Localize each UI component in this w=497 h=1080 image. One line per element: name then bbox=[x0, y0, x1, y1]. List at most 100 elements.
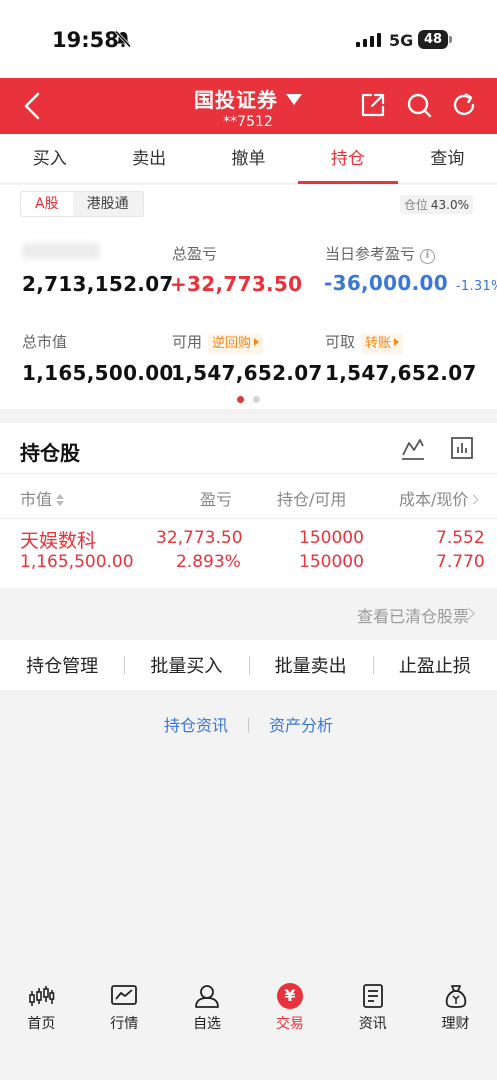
page-dot-active bbox=[237, 396, 244, 403]
network-type: 5G bbox=[389, 31, 414, 50]
trade-tabs: 买入 卖出 撤单 持仓 查询 bbox=[0, 134, 497, 184]
page-indicator bbox=[237, 396, 260, 403]
col-cost-price[interactable]: 成本/现价 bbox=[399, 486, 479, 510]
day-pnl-label-wrap: 当日参考盈亏 i bbox=[325, 243, 436, 264]
position-ratio-label: 仓位 bbox=[403, 198, 428, 212]
tab-cancel[interactable]: 撤单 bbox=[199, 134, 298, 183]
chart-line-icon bbox=[111, 985, 138, 1005]
market-value-label: 总市值 bbox=[22, 333, 68, 351]
share-icon[interactable] bbox=[359, 91, 387, 119]
nav-news-label: 资讯 bbox=[358, 1016, 387, 1032]
batch-buy-button[interactable]: 批量买入 bbox=[124, 652, 248, 678]
yen-icon: ¥ bbox=[276, 983, 303, 1009]
caret-right-icon bbox=[254, 338, 260, 346]
cleared-stocks-link[interactable]: 查看已清仓股票 bbox=[0, 589, 497, 639]
broker-switcher[interactable]: 国投证券 **7512 bbox=[160, 84, 336, 130]
position-ratio-value: 43.0% bbox=[430, 198, 469, 212]
col-market-value[interactable]: 市值 bbox=[20, 486, 65, 510]
total-assets-value: 2,713,152.07 bbox=[22, 272, 174, 296]
chevron-right-icon bbox=[468, 494, 479, 505]
available-label-wrap: 可用 逆回购 bbox=[172, 331, 264, 354]
trend-line-icon[interactable] bbox=[400, 435, 426, 461]
user-icon bbox=[195, 985, 219, 1008]
bottom-nav: 首页 行情 自选 ¥ 交易 资讯 理财 bbox=[0, 970, 497, 1080]
batch-sell-button[interactable]: 批量卖出 bbox=[248, 652, 373, 678]
withdrawable-label-wrap: 可取 转账 bbox=[325, 331, 404, 354]
signal-icon bbox=[356, 33, 381, 47]
available-value: 1,547,652.07 bbox=[171, 361, 323, 385]
reverse-repo-link[interactable]: 逆回购 bbox=[208, 334, 264, 354]
nav-watchlist-label: 自选 bbox=[193, 1016, 222, 1032]
info-links: 持仓资讯 资产分析 bbox=[0, 712, 497, 736]
holdings-header-row: 市值 盈亏 持仓/可用 成本/现价 bbox=[0, 473, 497, 519]
day-pnl-wrap: -36,000.00 -1.31% bbox=[324, 271, 497, 295]
nav-home[interactable]: 首页 bbox=[0, 970, 83, 1080]
stock-available: 150000 bbox=[299, 552, 364, 572]
bar-chart-icon[interactable] bbox=[449, 435, 475, 461]
available-label: 可用 bbox=[172, 333, 203, 351]
info-icon[interactable]: i bbox=[420, 249, 436, 264]
total-pnl-value: +32,773.50 bbox=[170, 272, 303, 296]
caret-right-icon bbox=[394, 338, 400, 346]
col-pnl: 盈亏 bbox=[200, 490, 233, 509]
col-position: 持仓/可用 bbox=[277, 490, 347, 509]
document-icon bbox=[362, 984, 383, 1008]
sort-icon bbox=[56, 494, 65, 506]
total-assets-label-blurred bbox=[22, 243, 100, 259]
market-value-value: 1,165,500.00 bbox=[22, 361, 174, 385]
status-time: 19:58 bbox=[52, 28, 119, 52]
asset-analysis-link[interactable]: 资产分析 bbox=[269, 716, 333, 735]
divider bbox=[248, 718, 249, 733]
nav-market[interactable]: 行情 bbox=[83, 970, 166, 1080]
nav-trade-label: 交易 bbox=[275, 1016, 304, 1032]
nav-trade[interactable]: ¥ 交易 bbox=[248, 970, 331, 1080]
bell-muted-icon bbox=[114, 30, 132, 48]
nav-market-label: 行情 bbox=[110, 1016, 139, 1032]
search-icon[interactable] bbox=[405, 91, 433, 119]
table-row[interactable]: 天娱数科 1,165,500.00 32,773.50 2.893% 15000… bbox=[0, 520, 497, 586]
tab-query[interactable]: 查询 bbox=[398, 134, 497, 183]
stock-name: 天娱数科 bbox=[20, 530, 97, 552]
refresh-icon[interactable] bbox=[450, 91, 478, 119]
app-header: 国投证券 **7512 bbox=[0, 78, 497, 134]
stock-position: 150000 bbox=[299, 528, 364, 548]
position-actions: 持仓管理 批量买入 批量卖出 止盈止损 bbox=[0, 640, 497, 690]
nav-watchlist[interactable]: 自选 bbox=[166, 970, 249, 1080]
stock-price: 7.770 bbox=[436, 552, 485, 572]
stock-cost: 7.552 bbox=[436, 528, 485, 548]
transfer-link[interactable]: 转账 bbox=[361, 334, 404, 354]
total-pnl-label: 总盈亏 bbox=[172, 245, 218, 263]
day-pnl-pct: -1.31% bbox=[455, 279, 497, 294]
holdings-title: 持仓股 bbox=[20, 441, 80, 465]
market-switch: A股 港股通 bbox=[20, 191, 144, 217]
stock-market-value: 1,165,500.00 bbox=[20, 552, 134, 572]
stop-profit-loss-button[interactable]: 止盈止损 bbox=[372, 652, 497, 678]
holdings-panel: 持仓股 市值 盈亏 持仓/可用 成本/现价 天娱数科 1,165,500.00 … bbox=[0, 423, 497, 588]
page-dot bbox=[253, 396, 260, 403]
chevron-down-icon bbox=[286, 94, 302, 105]
market-hk-connect[interactable]: 港股通 bbox=[73, 192, 143, 216]
status-bar: 19:58 5G 48 bbox=[0, 0, 497, 78]
asset-summary: A股 港股通 仓位 43.0% 2,713,152.07 总盈亏 +32,773.… bbox=[0, 185, 497, 409]
holdings-news-link[interactable]: 持仓资讯 bbox=[164, 716, 228, 735]
withdrawable-label: 可取 bbox=[325, 333, 356, 351]
market-a-share[interactable]: A股 bbox=[21, 192, 73, 216]
nav-news[interactable]: 资讯 bbox=[331, 970, 414, 1080]
nav-wealth-label: 理财 bbox=[441, 1016, 470, 1032]
tab-positions[interactable]: 持仓 bbox=[298, 134, 399, 184]
nav-wealth[interactable]: 理财 bbox=[414, 970, 497, 1080]
tab-sell[interactable]: 卖出 bbox=[99, 134, 198, 183]
battery-cap bbox=[449, 36, 452, 43]
tab-buy[interactable]: 买入 bbox=[0, 134, 99, 183]
account-number: **7512 bbox=[223, 114, 273, 130]
day-pnl-label: 当日参考盈亏 bbox=[325, 245, 416, 263]
money-bag-icon bbox=[445, 985, 466, 1008]
broker-title: 国投证券 bbox=[194, 88, 278, 112]
day-pnl-value: -36,000.00 bbox=[324, 271, 448, 295]
battery-icon: 48 bbox=[418, 30, 448, 49]
stock-pnl: 32,773.50 bbox=[156, 528, 243, 548]
cleared-stocks-label: 查看已清仓股票 bbox=[356, 607, 469, 626]
candlestick-icon bbox=[29, 986, 55, 1006]
back-arrow-icon[interactable] bbox=[16, 88, 52, 124]
manage-positions-button[interactable]: 持仓管理 bbox=[0, 652, 124, 678]
